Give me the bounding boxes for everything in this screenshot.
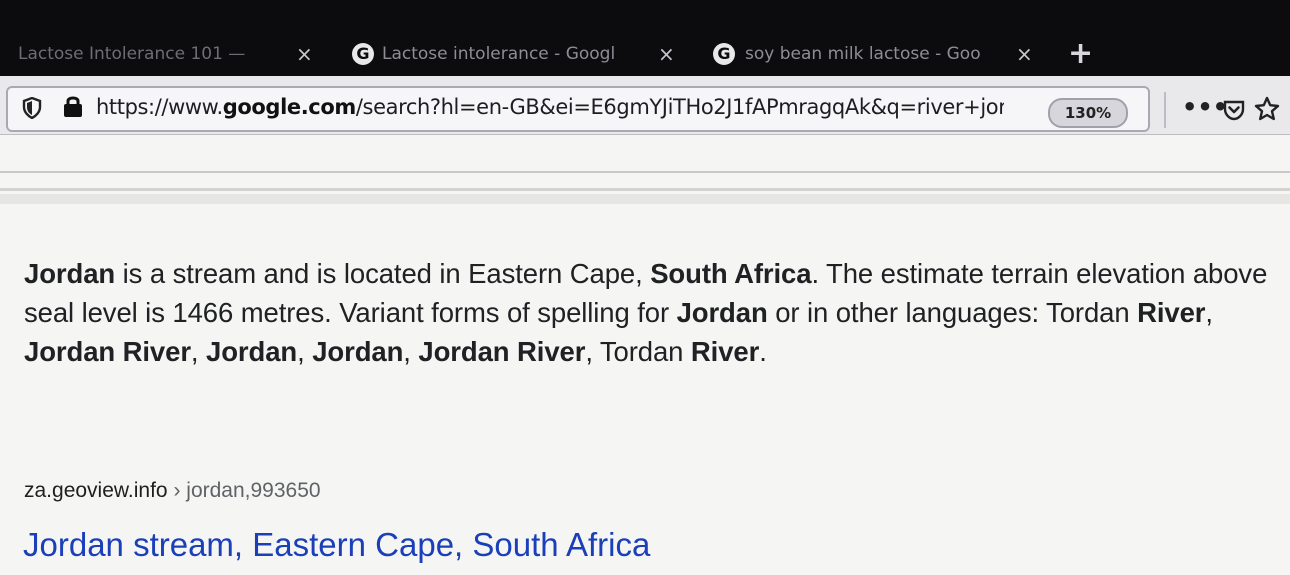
close-tab-icon[interactable]: ×	[1016, 42, 1033, 66]
tab-lactose-intolerance-google[interactable]: G Lactose intolerance - Googl ×	[352, 32, 697, 76]
snippet-text: , Tordan	[585, 336, 691, 367]
result-domain: za.geoview.info	[24, 479, 168, 502]
tab-title: soy bean milk lactose - Goo	[745, 44, 981, 64]
breadcrumb-separator: ›	[167, 479, 187, 502]
google-icon: G	[352, 43, 374, 65]
url-path: /search?hl=en-GB&ei=E6gmYJiTHo2J1fAPmrag…	[355, 95, 1004, 119]
url-host: google.com	[222, 95, 357, 119]
snippet-bold-term: South Africa	[650, 258, 812, 289]
tab-title: Lactose intolerance - Googl	[382, 44, 616, 64]
tab-soy-bean-milk-lactose[interactable]: G soy bean milk lactose - Goo ×	[713, 32, 1053, 76]
snippet-text: ,	[1205, 297, 1213, 328]
snippet-text: ,	[403, 336, 419, 367]
close-tab-icon[interactable]: ×	[658, 42, 675, 66]
divider	[0, 171, 1290, 173]
result-path: jordan,993650	[186, 479, 321, 502]
snippet-bold-term: River	[690, 336, 760, 367]
toolbar-divider	[1164, 92, 1166, 128]
lock-icon[interactable]	[62, 94, 84, 118]
tab-title: Lactose Intolerance 101 —	[18, 44, 246, 64]
featured-snippet-text: Jordan is a stream and is located in Eas…	[24, 254, 1286, 371]
bookmark-star-icon[interactable]	[1254, 96, 1280, 122]
shield-icon[interactable]	[22, 97, 42, 119]
snippet-text: ,	[190, 336, 207, 367]
divider	[0, 194, 1290, 204]
new-tab-button[interactable]: +	[1068, 36, 1093, 71]
snippet-bold-term: Jordan River	[24, 336, 191, 367]
divider	[0, 188, 1290, 191]
snippet-bold-term: Jordan	[206, 336, 298, 367]
snippet-text: .	[759, 336, 767, 367]
snippet-bold-term: Jordan	[312, 336, 404, 367]
snippet-text: is a stream and is located in Eastern Ca…	[115, 258, 651, 289]
snippet-text: or in other languages: Tordan	[767, 297, 1138, 328]
snippet-text: ,	[297, 336, 313, 367]
snippet-bold-term: River	[1137, 297, 1206, 328]
snippet-bold-term: Jordan	[676, 297, 768, 328]
url-text[interactable]: https://www.google.com/search?hl=en-GB&e…	[96, 95, 1004, 119]
tab-lactose-intolerance-101[interactable]: Lactose Intolerance 101 — ×	[18, 32, 328, 76]
pocket-icon[interactable]	[1222, 99, 1246, 121]
zoom-level-button[interactable]: 130%	[1048, 98, 1128, 128]
url-scheme: https://www.	[96, 95, 223, 119]
google-icon: G	[713, 43, 735, 65]
result-title-link[interactable]: Jordan stream, Eastern Cape, South Afric…	[23, 526, 650, 564]
snippet-bold-term: Jordan River	[418, 336, 586, 367]
result-citation[interactable]: za.geoview.info › jordan,993650	[24, 479, 321, 503]
snippet-bold-term: Jordan	[24, 258, 116, 289]
close-tab-icon[interactable]: ×	[296, 42, 313, 66]
